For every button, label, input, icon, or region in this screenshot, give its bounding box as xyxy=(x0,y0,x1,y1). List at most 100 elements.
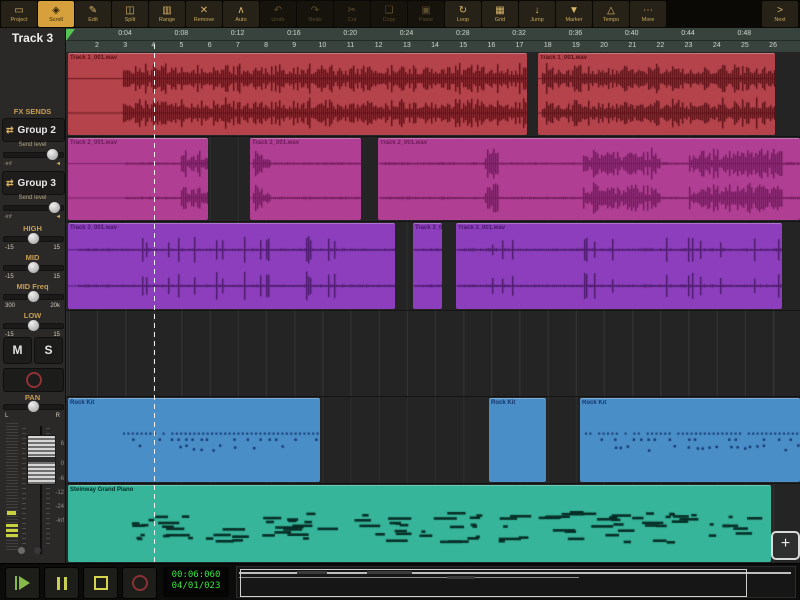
timeline-ruler[interactable]: 0:040:080:120:160:200:240:280:320:360:40… xyxy=(65,28,800,53)
ruler-time-label: 0:40 xyxy=(625,30,639,37)
toolbar-button-remove[interactable]: ✕Remove xyxy=(186,1,222,27)
ruler-bar-label: 16 xyxy=(487,42,495,49)
overview-viewport[interactable] xyxy=(240,569,747,597)
eq-mid-slider[interactable] xyxy=(3,262,62,272)
pause-icon xyxy=(64,577,67,590)
eq-high-slider[interactable] xyxy=(3,233,62,243)
eq-max-label: 15 xyxy=(53,274,60,280)
toolbar-button-auto[interactable]: ∧Auto xyxy=(223,1,259,27)
project-button-label: Project xyxy=(10,17,27,23)
track-row[interactable]: Rock Kit Rock Kit Rock Kit xyxy=(65,397,800,485)
toolbar-button-grid[interactable]: ▦Grid xyxy=(482,1,518,27)
toolbar-button-redo[interactable]: ↷Redo xyxy=(297,1,333,27)
track-row[interactable]: Track 2_001.wav Track 2_001.wav Track 2_00… xyxy=(65,137,800,223)
slider-knob[interactable] xyxy=(27,261,40,274)
project-start-marker[interactable] xyxy=(66,29,75,41)
slider-knob[interactable] xyxy=(27,290,40,303)
eq-mid-freq-slider[interactable] xyxy=(3,291,62,301)
audio-clip[interactable]: Track 1_001.wav xyxy=(538,53,775,135)
audio-clip[interactable]: Track 2_001.wav xyxy=(68,138,208,220)
marker-icon: ▼ xyxy=(569,5,579,16)
send-1-level-slider[interactable] xyxy=(3,149,62,159)
add-track-button[interactable]: + xyxy=(771,531,800,560)
ruler-bar-label: 23 xyxy=(685,42,693,49)
midi-clip[interactable]: Rock Kit xyxy=(489,398,546,482)
midi-clip[interactable]: Steinway Grand Piano xyxy=(68,485,771,562)
song-overview-navigator[interactable] xyxy=(236,566,796,598)
ruler-time-label: 0:32 xyxy=(512,30,526,37)
toolbar-button-undo[interactable]: ↶Undo xyxy=(260,1,296,27)
record-button[interactable] xyxy=(122,567,157,599)
channel-strip-sidebar: Track 3 FX SENDS ⇄ Group 2 Send level -i… xyxy=(0,28,66,563)
send-2-level-slider[interactable] xyxy=(3,202,62,212)
fader-ticks xyxy=(22,428,26,548)
audio-clip[interactable]: Track 2_001.wav xyxy=(250,138,361,220)
range-button-label: Range xyxy=(159,17,175,23)
empty-track-row[interactable] xyxy=(65,311,800,398)
midi-notes-canvas xyxy=(68,486,771,562)
audio-clip[interactable]: Track 3_001.wav xyxy=(456,223,782,309)
toolbar-button-tempo[interactable]: △Tempo xyxy=(593,1,629,27)
slider-knob[interactable] xyxy=(27,319,40,332)
toolbar-button-edit[interactable]: ✎Edit xyxy=(75,1,111,27)
audio-clip[interactable]: Track 2_001.wav xyxy=(378,138,800,220)
pan-left-label: L xyxy=(5,413,8,419)
send-2-group-button[interactable]: ⇄ Group 3 xyxy=(2,171,65,195)
redo-icon: ↷ xyxy=(311,5,319,16)
track-row[interactable]: Track 3_001.wav Track 3_001 Track 3_001.wa… xyxy=(65,222,800,312)
stop-button[interactable] xyxy=(83,567,118,599)
send-2-label: Group 3 xyxy=(18,178,56,189)
toolbar-button-paste[interactable]: ▣Paste xyxy=(408,1,444,27)
waveform-canvas xyxy=(456,224,782,309)
midi-clip[interactable]: Rock Kit xyxy=(580,398,800,482)
toolbar-button-split[interactable]: ◫Split xyxy=(112,1,148,27)
more-icon: ⋯ xyxy=(643,5,653,16)
output-indicator[interactable] xyxy=(34,547,41,554)
slider-knob[interactable] xyxy=(27,400,40,413)
solo-button[interactable]: S xyxy=(34,337,63,364)
slider-knob[interactable] xyxy=(46,148,59,161)
eq-low-slider[interactable] xyxy=(3,320,62,330)
toolbar-button-more[interactable]: ⋯More xyxy=(630,1,666,27)
ruler-time-label: 0:12 xyxy=(231,30,245,37)
slider-knob[interactable] xyxy=(27,232,40,245)
clip-label: Track 2_001.wav xyxy=(380,140,427,146)
next-button[interactable]: > Next xyxy=(762,1,798,27)
audio-clip[interactable]: Track 3_001.wav xyxy=(68,223,395,309)
track-row[interactable]: Steinway Grand Piano xyxy=(65,484,800,565)
audio-clip[interactable]: Track 1_001.wav xyxy=(68,53,527,135)
send-2-min-label: -inf xyxy=(4,214,12,220)
transport-bar: 00:06:060 04/01/023 xyxy=(0,563,800,600)
toolbar-button-scroll[interactable]: ◈Scroll xyxy=(38,1,74,27)
pan-slider[interactable] xyxy=(3,401,62,411)
toolbar-button-jump[interactable]: ↓Jump xyxy=(519,1,555,27)
toolbar-button-marker[interactable]: ▼Marker xyxy=(556,1,592,27)
record-arm-button[interactable] xyxy=(3,368,64,392)
slider-knob[interactable] xyxy=(48,201,61,214)
waveform-canvas xyxy=(413,224,442,309)
ruler-bar-label: 7 xyxy=(236,42,240,49)
send-1-group-button[interactable]: ⇄ Group 2 xyxy=(2,118,65,142)
playhead[interactable] xyxy=(154,44,155,563)
toolbar-button-loop[interactable]: ↻Loop xyxy=(445,1,481,27)
midi-clip[interactable]: Rock Kit xyxy=(68,398,320,482)
pause-button[interactable] xyxy=(44,567,79,599)
track-row[interactable]: Track 1_001.wavTrack 1_001.wav xyxy=(65,52,800,138)
toolbar-button-cut[interactable]: ✂Cut xyxy=(334,1,370,27)
midi-notes-canvas xyxy=(489,399,546,482)
ruler-bar-label: 21 xyxy=(628,42,636,49)
waveform-canvas xyxy=(538,54,775,135)
mute-button[interactable]: M xyxy=(3,337,32,364)
toolbar-button-project[interactable]: ▭Project xyxy=(1,1,37,27)
copy-icon: ❏ xyxy=(385,5,394,16)
toolbar-button-range[interactable]: ▥Range xyxy=(149,1,185,27)
toolbar-button-copy[interactable]: ❏Copy xyxy=(371,1,407,27)
clip-label: Track 3_001 xyxy=(415,225,442,231)
audio-clip[interactable]: Track 3_001 xyxy=(413,223,442,309)
scroll-button-label: Scroll xyxy=(49,17,63,23)
ruler-bar-label: 22 xyxy=(656,42,664,49)
arrange-area[interactable]: Track 1_001.wavTrack 1_001.wavTrack 2_00… xyxy=(65,52,800,563)
ruler-time-label: 0:20 xyxy=(343,30,357,37)
output-indicator[interactable] xyxy=(18,547,25,554)
play-button[interactable] xyxy=(5,567,40,599)
